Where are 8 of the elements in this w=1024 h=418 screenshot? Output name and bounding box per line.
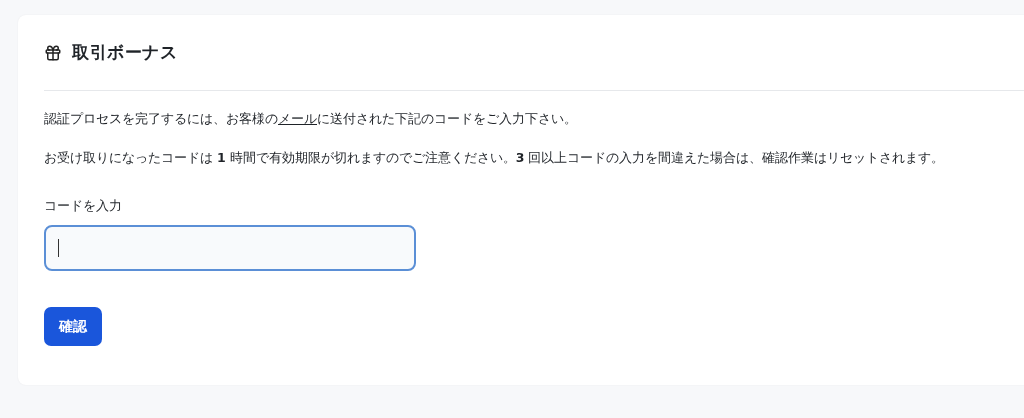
confirm-button[interactable]: 確認 bbox=[44, 307, 102, 346]
gift-icon bbox=[44, 43, 62, 62]
field-label: コードを入力 bbox=[44, 198, 123, 215]
notice-text: お受け取りになったコードは 1 時間で有効期限が切れますのでご注意ください。3 回以上コードの入力を間違えた場合は、確認作業はリセットされます。 bbox=[44, 149, 946, 167]
card-title: 取引ボーナス bbox=[72, 41, 177, 64]
email-link[interactable]: メール bbox=[278, 111, 317, 126]
code-input-field[interactable] bbox=[44, 225, 416, 271]
instruction-text: 認証プロセスを完了するには、お客様のメールに送付された下記のコードをご入力下さい。 bbox=[44, 110, 578, 128]
